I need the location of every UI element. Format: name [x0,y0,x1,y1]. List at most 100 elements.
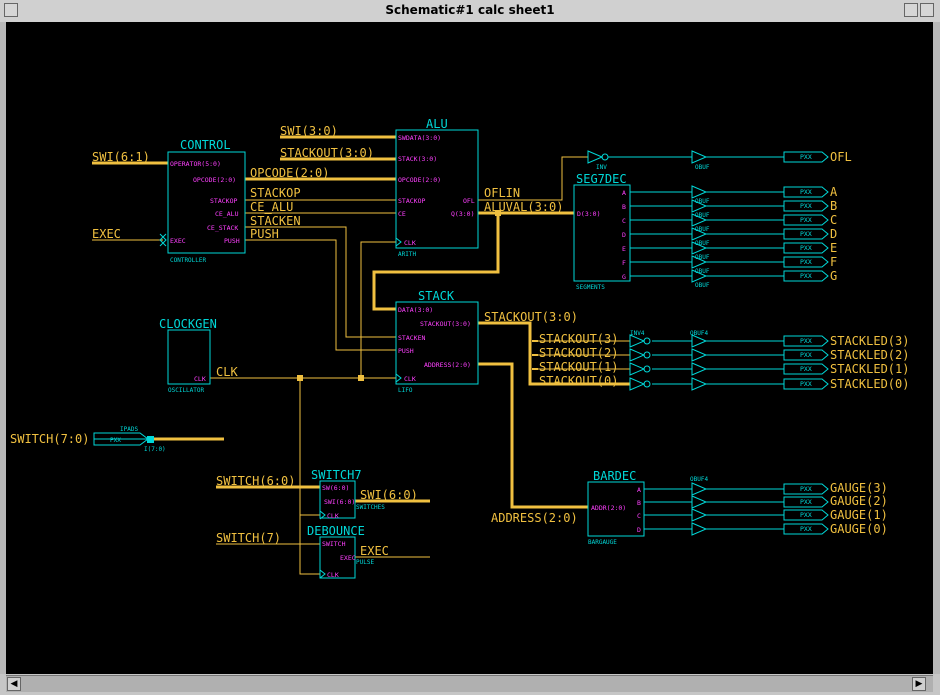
output-stackled3: STACKLED(3) [830,334,909,348]
net-push: PUSH [250,227,279,241]
pad-label: PXX [800,272,812,280]
pin-debounce-switch: SWITCH [322,540,346,548]
pin-switch7-clk: CLK [327,512,339,520]
pin-seg7-a: A [622,189,626,197]
obuf-icon[interactable] [691,522,708,536]
pin-alu-ofl: OFL [463,197,475,205]
net-stackout-alu: STACKOUT(3:0) [280,146,374,160]
net-swi61: SWI(6:1) [92,150,150,164]
output-gauge1: GAUGE(1) [830,508,888,522]
obuf-icon[interactable] [691,495,708,509]
pin-control-ce-alu: CE_ALU [215,210,239,218]
pin-seg7-e: E [622,245,626,253]
net-stackop: STACKOP [250,186,301,200]
obuf-icon[interactable] [691,377,708,391]
pin-switch7-swi: SWI(6:0) [324,498,355,506]
output-gauge3: GAUGE(3) [830,481,888,495]
scroll-right-arrow[interactable]: ▶ [912,677,926,691]
output-stackled1: STACKLED(1) [830,362,909,376]
output-f: F [830,255,837,269]
pin-bardec-b: B [637,499,641,507]
pad-label: PXX [800,230,812,238]
net-stackout-bus: STACKOUT(3:0) [484,310,578,324]
obuf-f-label: OBUF [695,268,710,275]
obuf-icon[interactable] [691,348,708,362]
pin-seg7-d: D(3:0) [577,210,600,218]
stack-type: LIFO [398,387,413,394]
pad-label: PXX [800,498,812,506]
clockgen-type: OSCILLATOR [168,387,205,394]
bardec-name: BARDEC [593,469,636,483]
net-opcode: OPCODE(2:0) [250,166,329,180]
obuf-icon[interactable] [691,508,708,522]
ipads-pad-label: PXX [110,437,121,444]
pad-label: PXX [800,258,812,266]
obuf4-stack-label: OBUF4 [690,330,708,337]
pin-control-exec: EXEC [170,237,186,245]
schematic-canvas[interactable]: CONTROL ALU SEG7DEC STACK CLOCKGEN SWITC… [6,22,933,674]
net-stacken: STACKEN [250,214,301,228]
title-bar[interactable]: Schematic#1 calc sheet1 [0,0,940,23]
pin-seg7-f: F [622,259,626,267]
inv-gate[interactable] [587,150,609,164]
obuf-b-label: OBUF [695,212,710,219]
ipads-junction [147,436,154,443]
pin-alu-stackop: STACKOP [398,197,425,205]
debounce-name: DEBOUNCE [307,524,365,538]
bardec-type: BARGAUGE [588,539,617,546]
obuf-icon[interactable] [691,185,708,199]
pin-stack-address: ADDRESS(2:0) [424,361,471,369]
obuf-c-label: OBUF [695,226,710,233]
alu-block[interactable] [395,129,479,249]
pad-label: PXX [800,188,812,196]
schematic-window: Schematic#1 calc sheet1 CONTROL ALU SEG7… [0,0,940,695]
horizontal-scrollbar[interactable]: ◀ ▶ [6,675,933,692]
net-address: ADDRESS(2:0) [491,511,578,525]
pin-alu-stack: STACK(3:0) [398,155,437,163]
obuf-icon[interactable] [691,482,708,496]
inv4-icon[interactable] [629,377,646,391]
net-swi30: SWI(3:0) [280,124,338,138]
obuf-icon[interactable] [691,362,708,376]
inv-label: INV [596,164,607,171]
inv4-icon[interactable] [629,348,646,362]
switch7-type: SWITCHES [356,504,385,511]
output-gauge2: GAUGE(2) [830,494,888,508]
alu-name: ALU [426,117,448,131]
right-border [933,22,940,674]
output-wiring [94,156,784,530]
pin-alu-ce: CE [398,210,406,218]
minimize-button[interactable] [904,3,918,17]
pin-alu-q: Q(3:0) [451,210,474,218]
net-clk: CLK [216,365,238,379]
pin-clockgen-clk: CLK [194,375,206,383]
inv4-icon[interactable] [629,362,646,376]
pin-alu-swdata: SWDATA(3:0) [398,134,441,142]
pad-label: PXX [800,380,812,388]
inv4-label: INV4 [630,330,645,337]
pin-bardec-d: D [637,526,641,534]
inv4-gates[interactable] [629,334,651,391]
net-ce-alu: CE_ALU [250,200,293,214]
pad-label: PXX [800,525,812,533]
pin-bardec-addr: ADDR(2:0) [591,504,626,512]
scroll-left-arrow[interactable]: ◀ [7,677,21,691]
schematic-svg[interactable]: CONTROL ALU SEG7DEC STACK CLOCKGEN SWITC… [6,22,933,674]
pin-stack-stackout: STACKOUT(3:0) [420,320,471,328]
pin-alu-clk: CLK [404,239,416,247]
output-ofl: OFL [830,150,852,164]
stack-name: STACK [418,289,455,303]
obuf-icon[interactable] [691,150,708,164]
pad-label: PXX [800,511,812,519]
output-a: A [830,185,838,199]
pin-control-stackop: STACKOP [210,197,237,205]
alu-type: ARITH [398,251,416,258]
debounce-type: PULSE [356,559,374,566]
ipads-pin: I(7:0) [144,446,166,453]
maximize-button[interactable] [920,3,934,17]
net-oflin: OFLIN [484,186,520,200]
switch7-name: SWITCH7 [311,468,362,482]
stack-block[interactable] [395,301,479,385]
pin-alu-opcode: OPCODE(2:0) [398,176,441,184]
control-name: CONTROL [180,138,231,152]
